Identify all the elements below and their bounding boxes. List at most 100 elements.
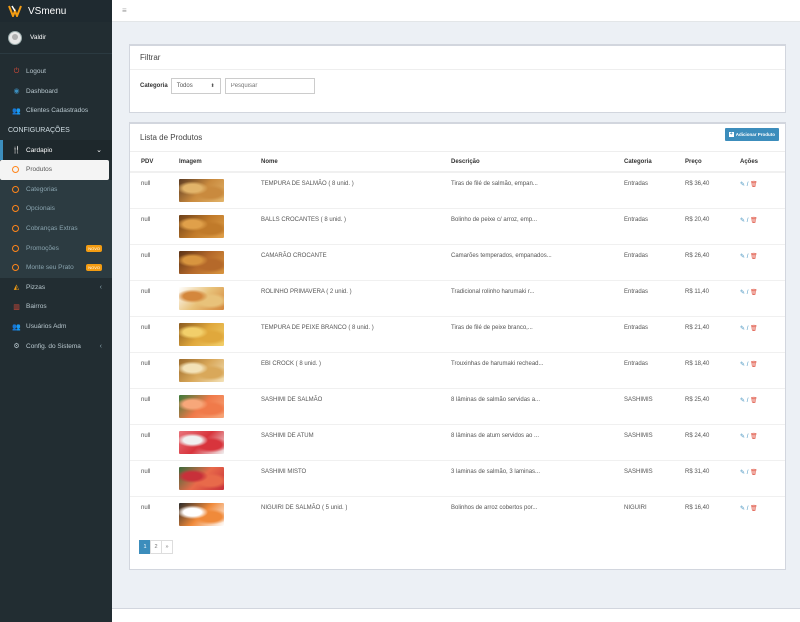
product-image bbox=[179, 286, 224, 310]
sidebar-item-pizzas[interactable]: ◭ Pizzas ‹ bbox=[0, 278, 112, 298]
edit-icon[interactable]: ✎ bbox=[740, 434, 745, 440]
cell-description: Tiras de filé de salmão, empan... bbox=[440, 171, 613, 208]
cell-actions: ✎ / 🗑 bbox=[729, 351, 785, 388]
sidebar-item-config-sistema[interactable]: ⚙ Config. do Sistema ‹ bbox=[0, 336, 112, 356]
trash-icon[interactable]: 🗑 bbox=[750, 254, 758, 260]
cell-description: Bolinho de peixe c/ arroz, emp... bbox=[440, 207, 613, 244]
circle-icon bbox=[12, 244, 19, 252]
cell-image bbox=[168, 171, 250, 208]
table-row: null ROLINHO PRIMAVERA ( 2 unid. ) Tradici… bbox=[130, 279, 785, 316]
cell-image bbox=[168, 423, 250, 460]
product-table: PDV Imagem Nome Descrição Categoria Preç… bbox=[130, 152, 785, 532]
brand[interactable]: VSmenu bbox=[0, 0, 112, 22]
cell-image bbox=[168, 387, 250, 424]
trash-icon[interactable]: 🗑 bbox=[750, 362, 758, 368]
edit-icon[interactable]: ✎ bbox=[740, 254, 745, 260]
sidebar-item-bairros[interactable]: ▥ Bairros bbox=[0, 297, 112, 317]
cell-actions: ✎ / 🗑 bbox=[729, 279, 785, 316]
cell-name: SASHIMI DE SALMÃO bbox=[250, 387, 440, 424]
filter-body: Categoria Todos ⬍ bbox=[130, 70, 785, 94]
cell-name: NIGUIRI DE SALMÃO ( 5 unid. ) bbox=[250, 495, 440, 532]
product-image bbox=[179, 358, 224, 382]
col-acoes: Ações bbox=[729, 152, 785, 173]
chevron-left-icon: ‹ bbox=[99, 342, 102, 350]
trash-icon[interactable]: 🗑 bbox=[750, 218, 758, 224]
new-badge: NOVO bbox=[86, 264, 102, 272]
cell-actions: ✎ / 🗑 bbox=[729, 315, 785, 352]
pizza-icon: ◭ bbox=[13, 284, 20, 292]
sidebar-item-usuarios[interactable]: 👥 Usuários Adm bbox=[0, 317, 112, 337]
cell-description: 8 lâminas de salmão servidas a... bbox=[440, 387, 613, 424]
caret-updown-icon: ⬍ bbox=[210, 83, 215, 89]
sidebar-item-categorias[interactable]: Categorias bbox=[0, 179, 112, 200]
cell-actions: ✎ / 🗑 bbox=[729, 495, 785, 532]
cell-image bbox=[168, 279, 250, 316]
sidebar-menu: ⏻ Logout ◉ Dashboard 👥 Clientes Cadastrados… bbox=[0, 62, 112, 356]
sidebar-item-monte[interactable]: Monte seu Prato NOVO bbox=[0, 257, 112, 278]
trash-icon[interactable]: 🗑 bbox=[750, 506, 758, 512]
cell-description: Tiras de filé de peixe branco,... bbox=[440, 315, 613, 352]
cell-name: BALLS CROCANTES ( 8 unid. ) bbox=[250, 207, 440, 244]
sidebar-item-opcionais[interactable]: Opcionais bbox=[0, 199, 112, 219]
search-input[interactable] bbox=[224, 78, 315, 94]
sidebar-item-promocoes[interactable]: Promoções NOVO bbox=[0, 238, 112, 258]
sidebar-item-cardapio[interactable]: 🍴 Cardapio ⌄ bbox=[0, 140, 112, 160]
sidebar-header-config: CONFIGURAÇÕES bbox=[8, 127, 70, 135]
pagination: 1 2 » bbox=[139, 540, 173, 554]
cell-pdv: null bbox=[130, 207, 168, 244]
building-icon: ▥ bbox=[13, 303, 20, 311]
cell-category: NIGUIRI bbox=[613, 495, 674, 532]
sidebar-item-cobrancas[interactable]: Cobranças Extras bbox=[0, 218, 112, 239]
cell-name: CAMARÃO CROCANTE bbox=[250, 243, 440, 280]
topbar: ≡ bbox=[112, 0, 800, 22]
edit-icon[interactable]: ✎ bbox=[740, 470, 745, 476]
cell-category: Entradas bbox=[613, 315, 674, 352]
edit-icon[interactable]: ✎ bbox=[740, 398, 745, 404]
col-imagem: Imagem bbox=[168, 152, 250, 173]
cell-name: SASHIMI DE ATUM bbox=[250, 423, 440, 460]
logo-icon bbox=[8, 5, 22, 17]
cell-category: Entradas bbox=[613, 207, 674, 244]
circle-icon bbox=[12, 166, 19, 174]
cell-price: R$ 31,40 bbox=[674, 459, 729, 496]
add-product-button[interactable]: + Adicionar Produto bbox=[724, 128, 779, 141]
sidebar-item-produtos[interactable]: Produtos bbox=[0, 159, 109, 180]
cell-actions: ✎ / 🗑 bbox=[729, 207, 785, 244]
trash-icon[interactable]: 🗑 bbox=[750, 290, 758, 296]
cell-price: R$ 24,40 bbox=[674, 423, 729, 460]
menu-toggle-icon[interactable]: ≡ bbox=[122, 6, 127, 15]
category-select[interactable]: Todos ⬍ bbox=[170, 78, 221, 94]
trash-icon[interactable]: 🗑 bbox=[750, 434, 758, 440]
cell-category: SASHIMIS bbox=[613, 387, 674, 424]
edit-icon[interactable]: ✎ bbox=[740, 182, 745, 188]
brand-name: VSmenu bbox=[28, 5, 67, 17]
sidebar-item-dashboard[interactable]: ◉ Dashboard bbox=[0, 82, 112, 102]
trash-icon[interactable]: 🗑 bbox=[750, 326, 758, 332]
product-image bbox=[179, 466, 224, 490]
trash-icon[interactable]: 🗑 bbox=[750, 470, 758, 476]
product-image bbox=[179, 250, 224, 274]
edit-icon[interactable]: ✎ bbox=[740, 326, 745, 332]
sidebar-item-clients[interactable]: 👥 Clientes Cadastrados bbox=[0, 101, 112, 121]
user-panel[interactable]: Valdir bbox=[0, 22, 112, 54]
col-descricao: Descrição bbox=[440, 152, 613, 173]
cell-name: SASHIMI MISTO bbox=[250, 459, 440, 496]
cell-price: R$ 18,40 bbox=[674, 351, 729, 388]
edit-icon[interactable]: ✎ bbox=[740, 506, 745, 512]
product-list-box: Lista de Produtos + Adicionar Produto PD… bbox=[129, 122, 786, 570]
edit-icon[interactable]: ✎ bbox=[740, 218, 745, 224]
cell-category: SASHIMIS bbox=[613, 459, 674, 496]
cell-actions: ✎ / 🗑 bbox=[729, 171, 785, 208]
edit-icon[interactable]: ✎ bbox=[740, 362, 745, 368]
cell-name: ROLINHO PRIMAVERA ( 2 unid. ) bbox=[250, 279, 440, 316]
cell-price: R$ 21,40 bbox=[674, 315, 729, 352]
cell-pdv: null bbox=[130, 315, 168, 352]
sidebar: VSmenu Valdir ⏻ Logout ◉ Dashboard 👥 Client… bbox=[0, 0, 112, 622]
user-name: Valdir bbox=[30, 34, 47, 41]
edit-icon[interactable]: ✎ bbox=[740, 290, 745, 296]
sidebar-item-logout[interactable]: ⏻ Logout bbox=[0, 62, 112, 82]
trash-icon[interactable]: 🗑 bbox=[750, 398, 758, 404]
trash-icon[interactable]: 🗑 bbox=[750, 182, 758, 188]
page-next[interactable]: » bbox=[161, 540, 173, 554]
table-row: null TEMPURA DE PEIXE BRANCO ( 8 unid. ) T… bbox=[130, 315, 785, 352]
